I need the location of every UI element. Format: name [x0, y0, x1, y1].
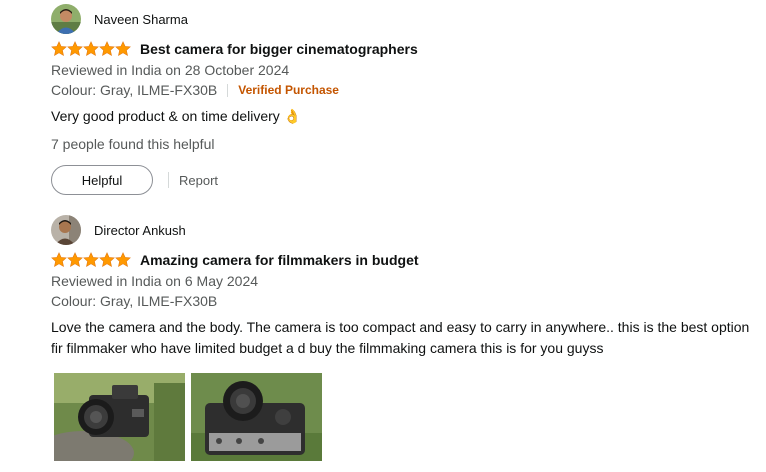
report-link[interactable]: Report [179, 173, 218, 188]
star-icon [67, 41, 83, 56]
review-card: Director Ankush Amazing camera for filmm… [51, 215, 751, 461]
review-date: Reviewed in India on 6 May 2024 [51, 273, 259, 289]
star-icon [83, 41, 99, 56]
avatar[interactable] [51, 4, 81, 34]
reviewer-name[interactable]: Naveen Sharma [94, 12, 188, 27]
star-icon [67, 252, 83, 267]
helpful-button[interactable]: Helpful [51, 165, 153, 195]
divider [168, 172, 169, 188]
review-title[interactable]: Amazing camera for filmmakers in budget [140, 252, 419, 268]
review-title[interactable]: Best camera for bigger cinematographers [140, 41, 418, 57]
review-body: Love the camera and the body. The camera… [51, 319, 754, 356]
reviewer-profile[interactable]: Naveen Sharma [51, 4, 751, 34]
review-date: Reviewed in India on 28 October 2024 [51, 62, 290, 78]
format-strip: Colour: Gray, ILME-FX30B [51, 293, 218, 309]
format-strip: Colour: Gray, ILME-FX30B [51, 82, 218, 98]
review-images [54, 373, 751, 461]
divider [227, 84, 229, 97]
star-icon [83, 252, 99, 267]
review-card: Naveen Sharma Best camera for bigger cin… [51, 4, 751, 195]
star-icon [99, 252, 115, 267]
reviewer-profile[interactable]: Director Ankush [51, 215, 751, 245]
verified-purchase-badge: Verified Purchase [238, 83, 339, 97]
review-image-camera-top[interactable] [191, 373, 322, 461]
star-rating[interactable] [51, 252, 131, 268]
avatar[interactable] [51, 215, 81, 245]
star-icon [51, 252, 67, 267]
review-body: Very good product & on time delivery 👌 [51, 108, 302, 124]
review-format: Colour: Gray, ILME-FX30B Verified Purcha… [51, 80, 751, 101]
star-icon [115, 252, 131, 267]
helpful-count: 7 people found this helpful [51, 136, 215, 152]
star-icon [115, 41, 131, 56]
review-actions: Helpful Report [51, 165, 751, 195]
star-icon [51, 41, 67, 56]
review-image-camera-side[interactable] [54, 373, 185, 461]
review-format: Colour: Gray, ILME-FX30B [51, 291, 751, 312]
star-icon [99, 41, 115, 56]
reviewer-name[interactable]: Director Ankush [94, 223, 186, 238]
star-rating[interactable] [51, 41, 131, 57]
